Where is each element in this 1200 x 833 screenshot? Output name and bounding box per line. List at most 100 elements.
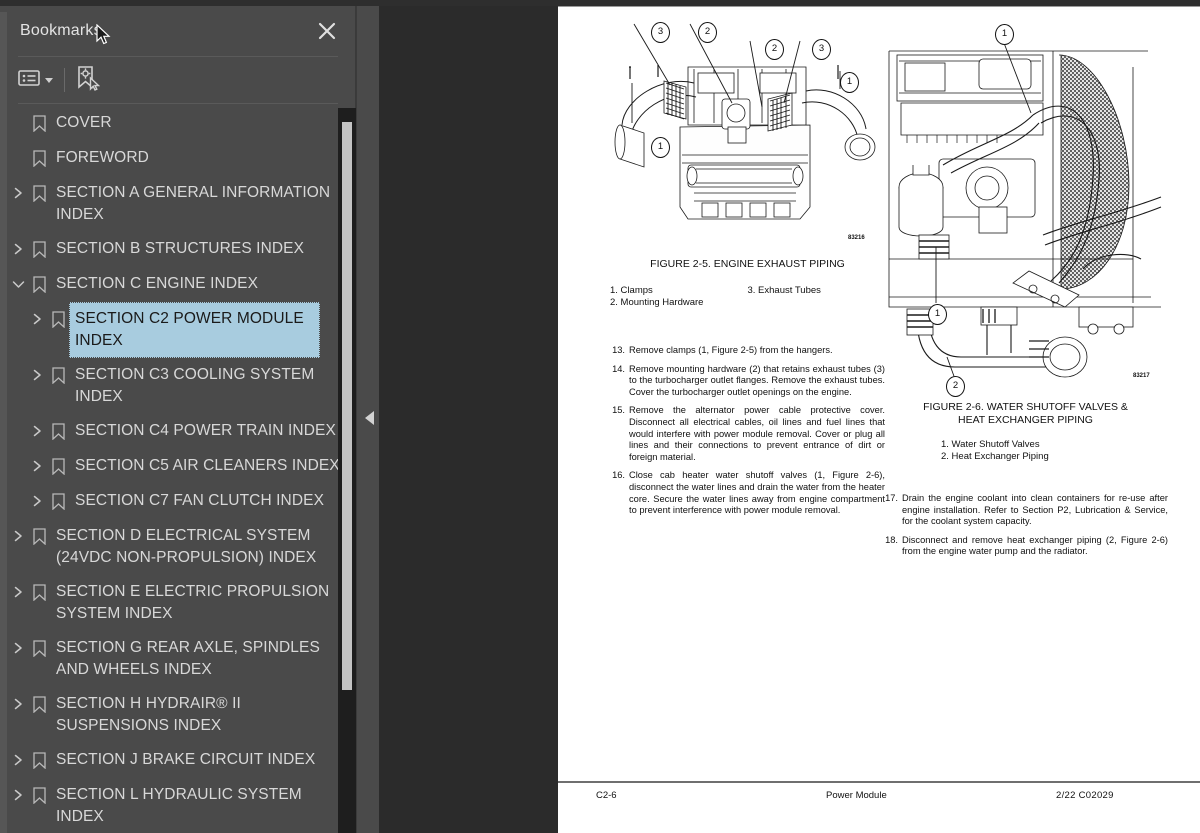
bookmark-icon [47, 449, 69, 483]
procedure-step: 17. Drain the engine coolant into clean c… [883, 493, 1168, 528]
mouse-cursor [96, 23, 112, 51]
bookmark-icon [28, 176, 50, 210]
bookmark-label: SECTION D ELECTRICAL SYSTEM (24VDC NON-P… [56, 527, 317, 566]
bookmarks-panel: Bookmarks COVER FOREWORD SECTION A GENER… [0, 6, 356, 833]
bookmark-label: SECTION H HYDRAIR® II SUSPENSIONS INDEX [56, 695, 241, 734]
page-footer: C2-6 Power Module 2/22 C02029 [558, 788, 1200, 808]
bookmark-item[interactable]: SECTION H HYDRAIR® II SUSPENSIONS INDEX [0, 687, 355, 743]
chevron-right-icon[interactable] [8, 176, 28, 210]
bookmark-label: SECTION C2 POWER MODULE INDEX [69, 302, 320, 358]
chevron-down-icon[interactable] [8, 267, 28, 301]
bookmark-label: SECTION C7 FAN CLUTCH INDEX [75, 492, 325, 509]
bookmark-item[interactable]: SECTION C2 POWER MODULE INDEX [0, 302, 355, 358]
bookmarks-toolbar [0, 58, 355, 102]
bookmark-item[interactable]: SECTION E ELECTRIC PROPULSION SYSTEM IND… [0, 575, 355, 631]
bookmark-item[interactable]: SECTION G REAR AXLE, SPINDLES AND WHEELS… [0, 631, 355, 687]
chevron-right-icon[interactable] [27, 302, 47, 336]
chevron-right-icon[interactable] [27, 449, 47, 483]
bookmark-item[interactable]: SECTION L HYDRAULIC SYSTEM INDEX [0, 778, 355, 833]
legend-item: 3. Exhaust Tubes [747, 285, 821, 296]
chevron-right-icon[interactable] [8, 631, 28, 665]
water-shutoff-valves-drawing [888, 42, 1162, 380]
bookmark-label: SECTION E ELECTRIC PROPULSION SYSTEM IND… [56, 583, 330, 622]
procedure-step: 15. Remove the alternator power cable pro… [610, 405, 885, 463]
bookmarks-panel-header: Bookmarks [0, 6, 355, 54]
callout-1a: 1 [995, 24, 1014, 45]
callout-1b: 1 [928, 304, 947, 325]
bookmark-item[interactable]: SECTION C3 COOLING SYSTEM INDEX [0, 358, 355, 414]
step-text: Remove mounting hardware (2) that retain… [629, 363, 885, 397]
step-text: Close cab heater water shutoff valves (1… [629, 470, 885, 516]
bookmark-label: SECTION G REAR AXLE, SPINDLES AND WHEELS… [56, 639, 320, 678]
bookmark-label: SECTION C3 COOLING SYSTEM INDEX [75, 366, 315, 405]
bookmark-icon [28, 687, 50, 721]
procedure-step: 18. Disconnect and remove heat exchanger … [883, 535, 1168, 558]
bookmark-item[interactable]: SECTION C4 POWER TRAIN INDEX [0, 414, 355, 449]
bookmark-item[interactable]: FOREWORD [0, 141, 355, 176]
figure-2-6-artwork: 1 1 2 83217 [883, 7, 1168, 397]
chevron-right-icon[interactable] [27, 484, 47, 518]
figure-2-6-caption-line1: FIGURE 2-6. WATER SHUTOFF VALVES & [923, 401, 1128, 413]
bookmark-item[interactable]: SECTION C5 AIR CLEANERS INDEX [0, 449, 355, 484]
chevron-down-icon [45, 77, 53, 83]
bookmark-item[interactable]: COVER [0, 106, 355, 141]
bookmark-label: SECTION C5 AIR CLEANERS INDEX [75, 457, 340, 474]
bookmark-item[interactable]: SECTION J BRAKE CIRCUIT INDEX [0, 743, 355, 778]
bookmark-tree[interactable]: COVER FOREWORD SECTION A GENERAL INFORMATI… [0, 106, 355, 833]
chevron-right-icon[interactable] [8, 519, 28, 553]
bookmark-label: SECTION A GENERAL INFORMATION INDEX [56, 184, 331, 223]
bookmark-icon [47, 414, 69, 448]
collapse-left-arrow-icon[interactable] [365, 411, 374, 425]
bookmark-item[interactable]: SECTION C ENGINE INDEX [0, 267, 355, 302]
chevron-right-icon[interactable] [8, 743, 28, 777]
step-number: 14. [612, 363, 625, 374]
bookmark-item[interactable]: SECTION D ELECTRICAL SYSTEM (24VDC NON-P… [0, 519, 355, 575]
chevron-right-icon[interactable] [8, 575, 28, 609]
bookmark-options-list-icon [18, 69, 40, 92]
bookmark-icon [28, 141, 50, 175]
bookmarks-scrollbar-thumb[interactable] [342, 122, 352, 690]
bookmark-icon [28, 267, 50, 301]
chevron-right-icon[interactable] [8, 232, 28, 266]
step-number: 17. [885, 493, 898, 503]
callout-3b: 3 [812, 39, 831, 60]
callout-1b: 1 [840, 72, 859, 93]
chevron-right-icon[interactable] [27, 414, 47, 448]
chevron-right-icon[interactable] [8, 687, 28, 721]
bookmark-icon [28, 631, 50, 665]
bookmark-item[interactable]: SECTION C7 FAN CLUTCH INDEX [0, 484, 355, 519]
footer-doc-code: 2/22 C02029 [1056, 790, 1114, 801]
twisty-placeholder [8, 106, 28, 140]
footer-page-number: C2-6 [596, 790, 617, 801]
procedure-step: 13. Remove clamps (1, Figure 2-5) from th… [610, 345, 885, 357]
panel-title: Bookmarks [20, 22, 102, 39]
bookmark-item[interactable]: SECTION A GENERAL INFORMATION INDEX [0, 176, 355, 232]
page-right-column: 1 1 2 83217 FIGURE 2-6. WATER SHUTOFF VA… [883, 7, 1168, 565]
figure-2-6-caption-line2: HEAT EXCHANGER PIPING [958, 414, 1093, 426]
chevron-right-icon[interactable] [27, 358, 47, 392]
bookmark-item[interactable]: SECTION B STRUCTURES INDEX [0, 232, 355, 267]
bookmark-icon [47, 302, 69, 336]
footer-section-title: Power Module [826, 790, 887, 801]
figure-2-5-caption: FIGURE 2-5. ENGINE EXHAUST PIPING [650, 258, 845, 270]
bookmark-label: SECTION B STRUCTURES INDEX [56, 240, 305, 257]
procedure-steps-right: 17. Drain the engine coolant into clean c… [883, 493, 1168, 558]
legend-item: 1. Clamps [610, 285, 653, 296]
chevron-right-icon[interactable] [8, 778, 28, 812]
new-bookmark-button[interactable] [74, 65, 101, 95]
bookmark-icon [47, 358, 69, 392]
document-page: 3 2 2 3 1 1 83216 FIGURE 2-5. ENGINE EXH… [558, 6, 1200, 833]
bookmark-icon [28, 743, 50, 777]
bookmark-label: SECTION J BRAKE CIRCUIT INDEX [56, 751, 316, 768]
art-id-83216: 83216 [848, 235, 865, 241]
bookmark-label: SECTION L HYDRAULIC SYSTEM INDEX [56, 786, 302, 825]
figure-2-5-legend: 1. Clamps 2. Mounting Hardware 3. Exhaus… [610, 285, 885, 309]
step-text: Remove the alternator power cable protec… [629, 405, 885, 462]
callout-1a: 1 [651, 137, 670, 158]
callout-2b: 2 [765, 39, 784, 60]
toolbar-separator [64, 68, 65, 92]
bookmark-options-button[interactable] [18, 65, 53, 95]
close-icon[interactable] [316, 20, 338, 42]
legend-item: 1. Water Shutoff Valves [941, 439, 1040, 450]
page-footer-rule [558, 781, 1200, 783]
